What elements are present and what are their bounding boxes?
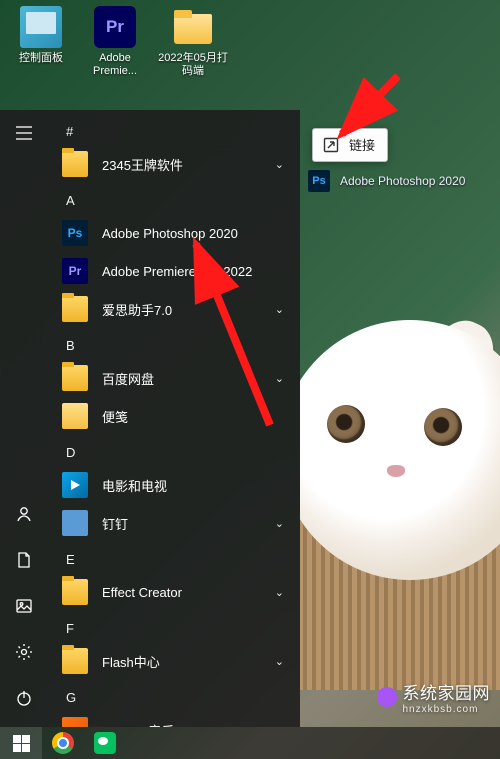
chevron-down-icon: ⌄ [271, 303, 288, 316]
shortcut-icon [323, 137, 339, 153]
app-item[interactable]: Flash中心⌄ [48, 642, 300, 680]
app-label: 百度网盘 [102, 369, 271, 388]
start-rail [0, 110, 48, 727]
photoshop-icon: Ps [308, 170, 330, 192]
settings-button[interactable] [0, 629, 48, 675]
groove-icon [62, 717, 88, 727]
icon-label: Adobe Premie... [80, 52, 150, 78]
desktop: 控制面板 Pr Adobe Premie... 2022年05月打码端 [0, 0, 500, 110]
folder-icon [62, 151, 88, 177]
app-label: Adobe Premiere Pro 2022 [102, 264, 288, 279]
app-item[interactable]: 2345王牌软件⌄ [48, 145, 300, 183]
pictures-button[interactable] [0, 583, 48, 629]
drag-ghost: Ps Adobe Photoshop 2020 [308, 170, 465, 192]
taskbar [0, 727, 500, 759]
chevron-down-icon: ⌄ [271, 158, 288, 171]
app-item[interactable]: Pr Adobe Premiere Pro 2022 [48, 252, 300, 290]
tv-icon [62, 472, 88, 498]
app-label: Flash中心 [102, 652, 271, 671]
app-item[interactable]: Groove 音乐 [48, 711, 300, 727]
chevron-down-icon: ⌄ [271, 517, 288, 530]
app-item[interactable]: 爱思助手7.0⌄ [48, 290, 300, 328]
app-label: 2345王牌软件 [102, 155, 271, 174]
drag-label: Adobe Photoshop 2020 [340, 174, 465, 188]
chevron-down-icon: ⌄ [271, 372, 288, 385]
app-item[interactable]: 百度网盘⌄ [48, 359, 300, 397]
apps-list[interactable]: # 2345王牌软件⌄APsAdobe Photoshop 2020PrAdob… [48, 110, 300, 727]
chrome-icon [52, 732, 74, 754]
watermark-url: hnzxkbsb.com [403, 704, 491, 715]
taskbar-chrome[interactable] [42, 727, 84, 759]
app-item[interactable]: Effect Creator⌄ [48, 573, 300, 611]
app-label: 便笺 [102, 407, 288, 426]
letter-header[interactable]: B [48, 328, 300, 359]
app-item[interactable]: 钉钉⌄ [48, 504, 300, 542]
watermark-brand: 系统家园网 [403, 684, 491, 703]
hamburger-button[interactable] [0, 110, 48, 156]
letter-header[interactable]: # [48, 114, 300, 145]
pr-icon: Pr [62, 258, 88, 284]
app-label: 爱思助手7.0 [102, 300, 271, 319]
app-label: 钉钉 [102, 514, 271, 533]
letter-header[interactable]: G [48, 680, 300, 711]
letter-header[interactable]: E [48, 542, 300, 573]
folder-icon [172, 6, 214, 48]
icon-label: 控制面板 [6, 52, 76, 65]
user-account-button[interactable] [0, 491, 48, 537]
power-button[interactable] [0, 675, 48, 721]
chevron-down-icon: ⌄ [271, 586, 288, 599]
app-label: Effect Creator [102, 585, 271, 600]
ps-icon: Ps [62, 220, 88, 246]
desktop-icon-premiere[interactable]: Pr Adobe Premie... [80, 6, 150, 78]
documents-button[interactable] [0, 537, 48, 583]
letter-header[interactable]: D [48, 435, 300, 466]
desktop-icon-folder[interactable]: 2022年05月打码端 [158, 6, 228, 78]
app-item[interactable]: 电影和电视 [48, 466, 300, 504]
desktop-icon-control-panel[interactable]: 控制面板 [6, 6, 76, 65]
wallpaper-cat [300, 260, 500, 690]
note-icon [62, 403, 88, 429]
letter-header[interactable]: F [48, 611, 300, 642]
app-item[interactable]: Ps Adobe Photoshop 2020 [48, 214, 300, 252]
premiere-icon: Pr [94, 6, 136, 48]
taskbar-wechat[interactable] [84, 727, 126, 759]
start-menu: # 2345王牌软件⌄APsAdobe Photoshop 2020PrAdob… [0, 110, 300, 727]
link-tooltip: 链接 [312, 128, 388, 162]
app-item[interactable]: 便笺 [48, 397, 300, 435]
watermark: 系统家园网 hnzxkbsb.com [377, 679, 491, 715]
wechat-icon [94, 732, 116, 754]
watermark-logo-icon [377, 687, 397, 707]
folder-icon [62, 579, 88, 605]
chevron-down-icon: ⌄ [271, 655, 288, 668]
ding-icon [62, 510, 88, 536]
windows-logo-icon [13, 735, 30, 752]
control-panel-icon [20, 6, 62, 48]
start-button[interactable] [0, 727, 42, 759]
app-label: 电影和电视 [102, 476, 288, 495]
folder-icon [62, 648, 88, 674]
folder-icon [62, 296, 88, 322]
folder-icon [62, 365, 88, 391]
app-label: Adobe Photoshop 2020 [102, 226, 288, 241]
tooltip-label: 链接 [349, 135, 375, 154]
letter-header[interactable]: A [48, 183, 300, 214]
icon-label: 2022年05月打码端 [158, 52, 228, 78]
